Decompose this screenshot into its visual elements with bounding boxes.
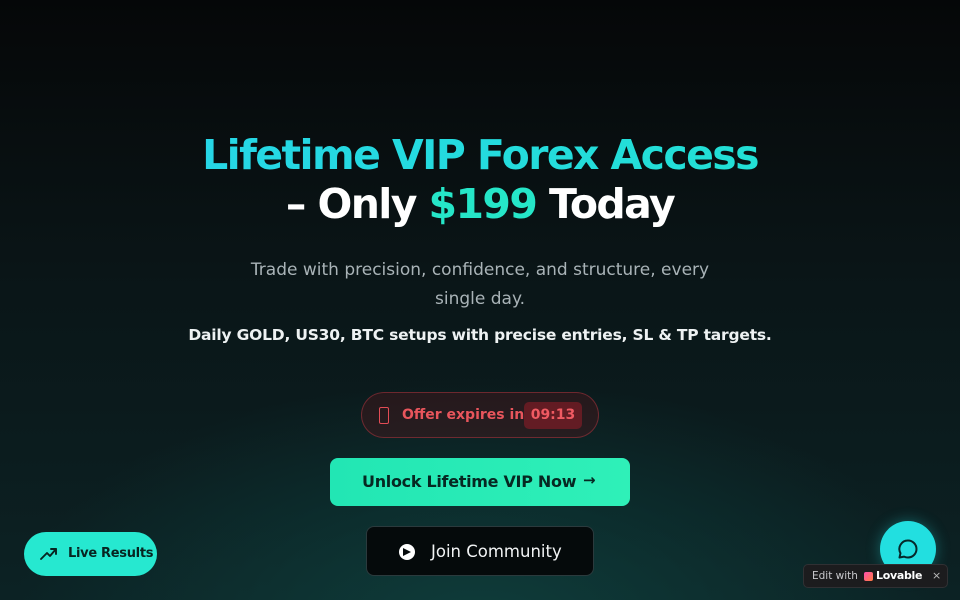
hero-title-line2: – Only $199 Today (0, 180, 960, 228)
arrow-right-icon: → (583, 471, 596, 489)
hero-title-line1: Lifetime VIP Forex Access (0, 131, 960, 179)
hero-section: Lifetime VIP Forex Access – Only $199 To… (0, 0, 960, 600)
title-prefix: – Only (285, 180, 429, 228)
unlock-vip-label: Unlock Lifetime VIP Now (362, 472, 577, 491)
live-results-button[interactable]: Live Results (24, 532, 157, 576)
lovable-badge[interactable]: Edit with Lovable × (803, 564, 948, 588)
hero-tagline: Daily GOLD, US30, BTC setups with precis… (188, 326, 772, 344)
phone-icon (379, 407, 389, 424)
join-community-label: Join Community (431, 542, 562, 561)
unlock-vip-button[interactable]: Unlock Lifetime VIP Now → (330, 458, 630, 506)
offer-timer: Offer expires in 09:13 (361, 392, 599, 438)
close-icon[interactable]: × (932, 569, 941, 582)
join-community-button[interactable]: Join Community (366, 526, 594, 576)
live-results-label: Live Results (68, 546, 154, 561)
lovable-brand: Lovable (876, 569, 923, 582)
telegram-icon (399, 544, 415, 560)
title-suffix: Today (536, 180, 676, 228)
hero-subtitle: Trade with precision, confidence, and st… (250, 260, 710, 309)
offer-timer-label: Offer expires in (402, 407, 525, 423)
lovable-logo-icon (864, 572, 873, 581)
trending-up-icon (39, 544, 59, 568)
title-price: $199 (428, 180, 538, 228)
offer-countdown: 09:13 (524, 402, 582, 429)
edit-with-label: Edit with (812, 570, 858, 582)
